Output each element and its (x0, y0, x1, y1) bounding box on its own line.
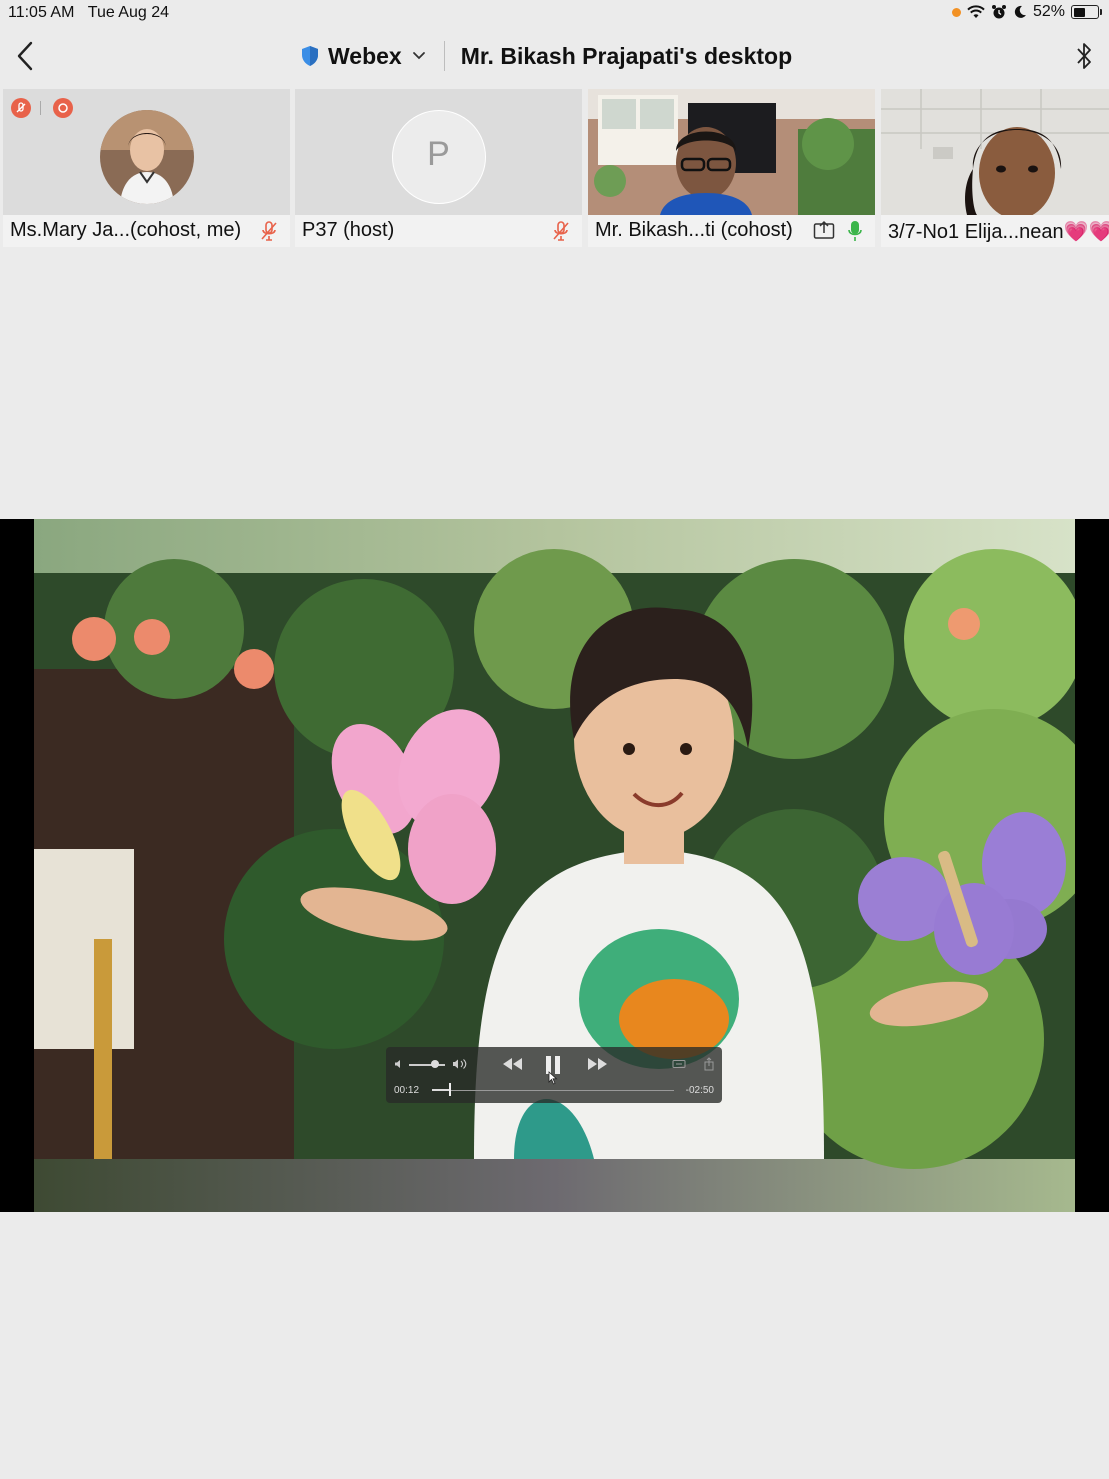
participant-tile-student[interactable]: 3/7-No1 Elija...nean💗💗 (881, 89, 1109, 247)
participant-name: P37 (host) (302, 219, 395, 241)
wifi-icon (967, 5, 985, 18)
status-date: Tue Aug 24 (87, 4, 170, 21)
avatar: P (391, 110, 486, 204)
participant-name-group: 3/7-No1 Elija...nean💗💗 (888, 219, 1109, 244)
recording-badge-icon (53, 98, 73, 118)
alarm-icon (991, 5, 1006, 19)
avatar-initial: P (427, 135, 450, 173)
status-time-date: 11:05 AM Tue Aug 24 (8, 4, 169, 22)
participant-tile-host[interactable]: P P37 (host) (295, 89, 582, 247)
rewind-icon[interactable] (502, 1057, 524, 1071)
video-frame-image (34, 519, 1075, 1212)
participant-video (881, 89, 1109, 215)
do-not-disturb-moon-icon (1014, 5, 1026, 18)
app-name: Webex (328, 42, 402, 69)
share-icon[interactable] (704, 1057, 714, 1071)
muted-badge-icon (11, 98, 31, 118)
fast-forward-icon[interactable] (586, 1057, 608, 1071)
seek-bar-played (432, 1089, 449, 1091)
app-menu-button[interactable]: Webex (300, 43, 426, 70)
battery-percent: 52% (1032, 3, 1065, 20)
chevron-left-icon (17, 41, 33, 71)
avatar (99, 110, 194, 204)
mic-muted-icon (553, 221, 569, 241)
volume-slider-track[interactable] (409, 1064, 445, 1066)
meeting-title-bar: Webex Mr. Bikash Prajapati's desktop (300, 40, 792, 72)
video-player-controls: 00:12 -02:50 (386, 1047, 722, 1103)
bluetooth-icon (1077, 43, 1091, 69)
status-time: 11:05 AM (8, 4, 75, 21)
mic-muted-icon (261, 221, 277, 241)
participant-emoji-suffix: 💗💗 (1063, 221, 1109, 243)
bluetooth-button[interactable] (1075, 40, 1093, 77)
elapsed-time: 00:12 (394, 1085, 420, 1096)
participant-label-bar: Mr. Bikash...ti (cohost) (588, 215, 875, 247)
mic-in-use-indicator-icon (951, 7, 961, 17)
status-indicators: 52% (951, 3, 1102, 21)
chevron-down-icon (412, 52, 425, 60)
shared-video: 00:12 -02:50 (34, 519, 1075, 1212)
participant-name: 3/7-No1 Elija...nean (888, 221, 1064, 243)
volume-slider-knob[interactable] (430, 1060, 439, 1068)
mic-active-icon (848, 221, 862, 241)
participant-label-bar: 3/7-No1 Elija...nean💗💗 (881, 215, 1109, 247)
badge-divider (40, 101, 41, 115)
participant-name: Mr. Bikash...ti (cohost) (595, 219, 793, 241)
participant-label-bar: P37 (host) (295, 215, 582, 247)
screen-share-icon (813, 220, 835, 239)
status-bar: 11:05 AM Tue Aug 24 52% (0, 0, 1109, 26)
back-button[interactable] (12, 39, 40, 73)
shared-screen: 00:12 -02:50 (0, 519, 1109, 1212)
seek-bar-track[interactable] (432, 1090, 674, 1091)
volume-high-icon[interactable] (452, 1058, 468, 1070)
participant-tile-presenter[interactable]: Mr. Bikash...ti (cohost) (588, 89, 875, 247)
participant-name: Ms.Mary Ja...(cohost, me) (10, 219, 242, 241)
seek-bar-playhead[interactable] (448, 1083, 451, 1096)
battery-icon (1071, 5, 1102, 19)
mouse-cursor-icon (548, 1071, 558, 1085)
participant-tile-self[interactable]: Ms.Mary Ja...(cohost, me) (3, 89, 290, 247)
remaining-time: -02:50 (685, 1085, 714, 1096)
shared-desktop-title: Mr. Bikash Prajapati's desktop (460, 42, 793, 69)
participant-video (588, 89, 875, 215)
shield-icon (302, 46, 318, 66)
participant-label-bar: Ms.Mary Ja...(cohost, me) (3, 215, 290, 247)
volume-low-icon[interactable] (394, 1059, 404, 1069)
picture-in-picture-icon[interactable] (672, 1059, 686, 1069)
title-divider (443, 41, 445, 71)
meeting-header: Webex Mr. Bikash Prajapati's desktop (0, 26, 1109, 86)
